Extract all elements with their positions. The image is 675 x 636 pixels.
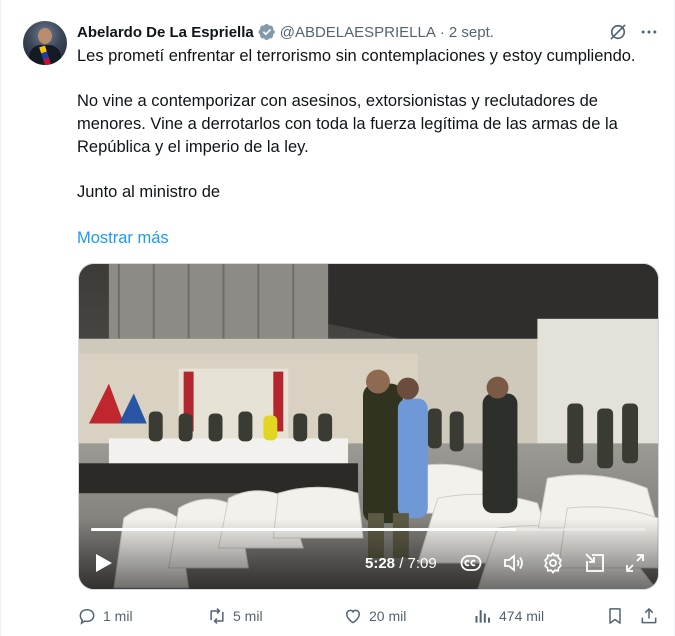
post-text: Les prometí enfrentar el terrorismo sin … xyxy=(77,45,657,204)
video-duration: 7:09 xyxy=(407,555,437,572)
like-button[interactable]: 20 mil xyxy=(343,604,406,628)
like-count: 20 mil xyxy=(369,608,407,624)
captions-icon[interactable] xyxy=(459,551,483,575)
author-avatar[interactable] xyxy=(23,21,67,65)
paragraph-spacer xyxy=(77,68,657,90)
post-header: Abelardo De La Espriella @ABDELAESPRIELL… xyxy=(77,22,494,42)
repost-icon xyxy=(210,607,224,625)
views-icon xyxy=(475,610,490,623)
verified-badge-icon[interactable] xyxy=(258,23,276,41)
author-name[interactable]: Abelardo De La Espriella xyxy=(77,24,254,41)
fullscreen-icon[interactable] xyxy=(623,551,647,575)
volume-icon[interactable] xyxy=(501,551,525,575)
post-paragraph-2: No vine a contemporizar con asesinos, ex… xyxy=(77,92,623,156)
post-paragraph-1: Les prometí enfrentar el terrorismo sin … xyxy=(77,47,636,65)
pip-icon[interactable] xyxy=(583,551,607,575)
views-button[interactable]: 474 mil xyxy=(473,604,544,628)
reply-count: 1 mil xyxy=(103,608,133,624)
paragraph-spacer xyxy=(77,159,657,181)
separator-dot: · xyxy=(439,23,445,41)
play-icon[interactable] xyxy=(95,553,113,573)
repost-button[interactable]: 5 mil xyxy=(207,604,263,628)
video-progress-fill xyxy=(91,528,516,531)
heart-icon xyxy=(345,609,361,624)
video-controls: 5:28 / 7:09 xyxy=(79,519,658,589)
more-icon[interactable] xyxy=(639,22,659,42)
video-time-separator: / xyxy=(399,555,408,572)
video-time: 5:28 / 7:09 xyxy=(365,555,437,572)
video-player[interactable]: 5:28 / 7:09 xyxy=(78,263,659,590)
author-handle[interactable]: @ABDELAESPRIELLA xyxy=(280,24,436,41)
views-count: 474 mil xyxy=(499,608,545,624)
share-icon[interactable] xyxy=(639,606,659,626)
grok-icon[interactable] xyxy=(608,22,628,42)
post-actions: 1 mil 5 mil 20 mil 474 mil xyxy=(77,604,659,628)
reply-button[interactable]: 1 mil xyxy=(77,604,133,628)
avatar-face xyxy=(38,28,52,44)
settings-icon[interactable] xyxy=(541,551,565,575)
video-progress-bar[interactable] xyxy=(91,528,646,531)
video-current-time: 5:28 xyxy=(365,555,396,572)
reply-icon xyxy=(79,608,95,625)
bookmark-icon[interactable] xyxy=(605,606,625,626)
post-container: Abelardo De La Espriella @ABDELAESPRIELL… xyxy=(0,0,675,636)
post-date[interactable]: 2 sept. xyxy=(449,24,494,41)
repost-count: 5 mil xyxy=(233,608,263,624)
show-more-link[interactable]: Mostrar más xyxy=(77,227,169,250)
post-paragraph-3: Junto al ministro de xyxy=(77,183,221,201)
